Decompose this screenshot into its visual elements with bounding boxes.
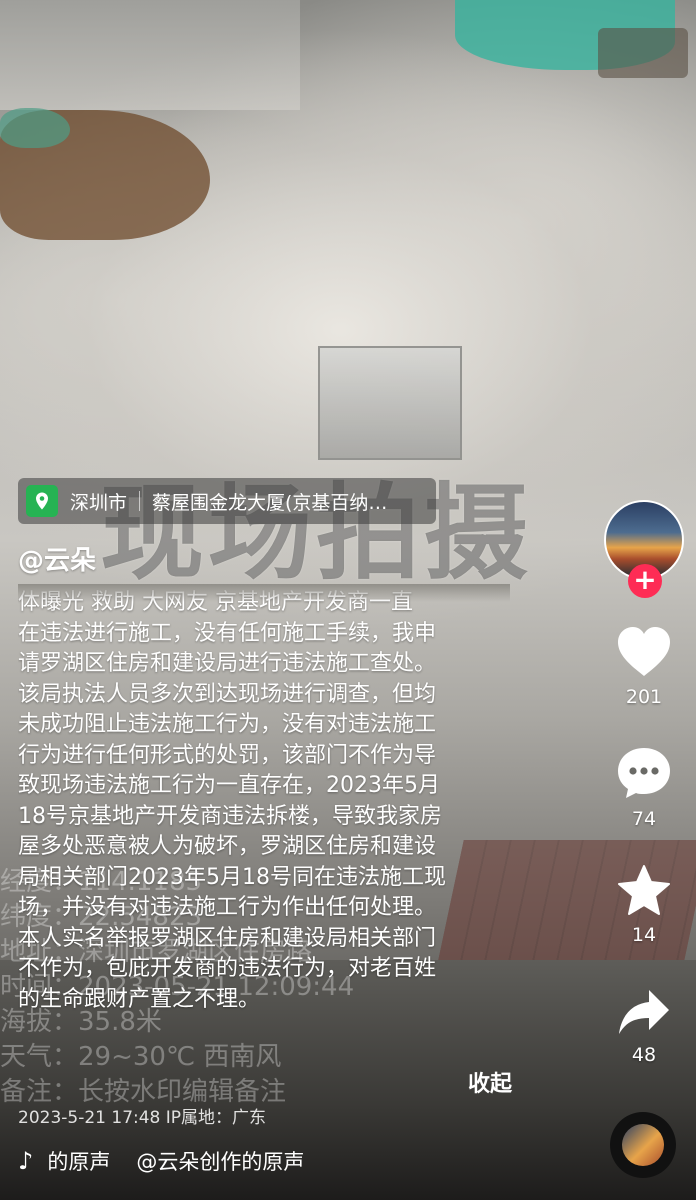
music-bar[interactable]: ♪ 的原声 @云朵创作的原声 — [18, 1146, 304, 1176]
description-line: 本人实名举报罗湖区住房和建设局相关部门 — [18, 925, 437, 951]
location-pin-icon — [26, 485, 58, 517]
music-cover-icon — [622, 1124, 664, 1166]
background-collapsed-slab — [318, 346, 462, 460]
description-line: 18号京基地产开发商违法拆楼，导致我家房 — [18, 803, 442, 829]
description-line: 行为进行任何形式的处罚，该部门不作为导 — [18, 742, 437, 768]
description-line: 场，并没有对违法施工行为作出任何处理。 — [18, 895, 437, 920]
favorite-button[interactable]: 14 — [600, 864, 688, 946]
share-button[interactable]: 48 — [600, 988, 688, 1066]
heart-icon — [618, 627, 670, 676]
location-divider — [139, 491, 141, 511]
description-fade — [18, 584, 510, 602]
author-avatar-button[interactable]: + — [604, 500, 684, 598]
post-date: 2023-5-21 17:48 — [18, 1108, 161, 1128]
collapse-button[interactable]: 收起 — [468, 1066, 512, 1098]
share-arrow-icon — [619, 990, 669, 1034]
description-line: 在违法进行施工，没有任何施工手续，我申 — [18, 620, 437, 646]
follow-plus-button[interactable]: + — [628, 564, 662, 598]
like-count: 201 — [625, 686, 663, 708]
comment-button[interactable]: 74 — [600, 746, 688, 830]
background-excavator — [598, 28, 688, 78]
comment-icon — [618, 748, 670, 798]
favorite-count: 14 — [631, 924, 657, 946]
background-green-cover — [0, 108, 70, 148]
description-line: 未成功阻止违法施工行为，没有对违法施工 — [18, 712, 437, 737]
post-meta: 2023-5-21 17:48 IP属地：广东 — [18, 1103, 266, 1128]
music-title-left: 的原声 — [47, 1150, 111, 1174]
description-line: 的生命跟财产置之不理。 — [18, 986, 261, 1012]
description-line: 局相关部门2023年5月18号同在违法施工现 — [18, 864, 446, 890]
description-line: 请罗湖区住房和建设局进行违法施工查处。 — [18, 651, 437, 676]
description-line: 致现场违法施工行为一直存在，2023年5月 — [18, 773, 440, 798]
post-ip-location: IP属地：广东 — [165, 1108, 267, 1128]
like-button[interactable]: 201 — [600, 626, 688, 708]
location-place: 蔡屋围金龙大厦(京基百纳… — [152, 491, 388, 514]
background-buildings — [0, 0, 300, 110]
comment-count: 74 — [631, 808, 657, 830]
location-city: 深圳市 — [70, 491, 128, 514]
location-tag[interactable]: 深圳市 蔡屋围金龙大厦(京基百纳… — [18, 478, 436, 524]
tiktok-note-icon: ♪ — [18, 1147, 34, 1175]
description-line: 不作为，包庇开发商的违法行为，对老百姓 — [18, 956, 437, 981]
share-count: 48 — [631, 1044, 657, 1066]
music-disc-button[interactable] — [610, 1112, 676, 1178]
star-icon — [618, 865, 670, 915]
description-line: 屋多处恶意被人为破坏，罗湖区住房和建设 — [18, 834, 437, 859]
video-description: 体曝光 救助 大网友 京基地产开发商一直 在违法进行施工，没有任何施工手续，我申… — [18, 588, 510, 1050]
author-handle[interactable]: @云朵 — [18, 540, 96, 577]
description-line: 该局执法人员多次到达现场进行调查，但均 — [18, 681, 437, 707]
music-title-right: @云朵创作的原声 — [136, 1150, 305, 1174]
